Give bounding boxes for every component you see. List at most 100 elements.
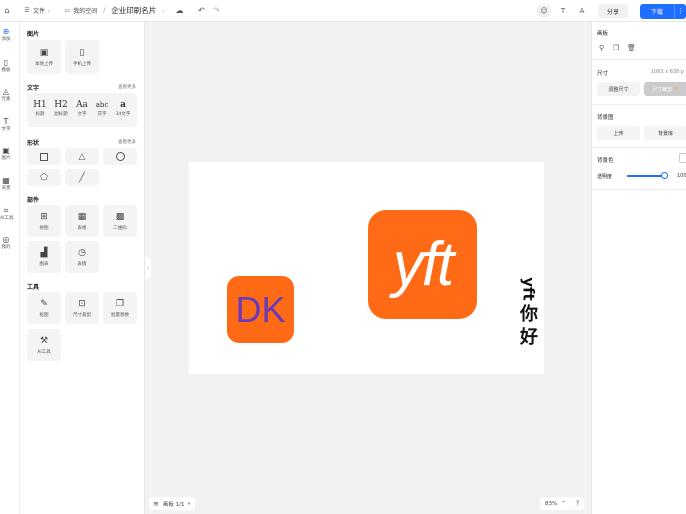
tool-cutout[interactable]: ✎ 抠图 [27, 292, 61, 324]
text-more-link[interactable]: 查看更多 [118, 84, 136, 90]
chevron-left-icon: ‹ [146, 264, 150, 272]
image-section-title: 图片 [27, 31, 40, 38]
page-selector[interactable]: ≋ 画板 1/1 » [149, 497, 195, 510]
breadcrumb[interactable]: ▭ 我的空间 [61, 5, 97, 17]
mobile-upload-button[interactable]: ▯ 手机上传 [65, 40, 99, 74]
tile-label: 二维码 [113, 225, 127, 231]
shape-section-title: 形状 [27, 140, 40, 147]
rail-item-ai-tool[interactable]: ⌗ AI工具 [0, 206, 14, 222]
cloud-save-icon[interactable]: ☁ [173, 5, 185, 17]
text-option-title[interactable]: H1 标题 [30, 99, 50, 117]
tool-crop-size[interactable]: ⊡ 尺寸裁剪 [65, 292, 99, 324]
rail-item-image[interactable]: ▣ 图片 [0, 146, 12, 162]
local-upload-button[interactable]: ▣ 本地上传 [27, 40, 61, 74]
rail-item-mine[interactable]: ◎ 我的 [0, 235, 12, 251]
tile-label: 批量替换 [111, 312, 129, 318]
collaborator-icon[interactable]: ☺ [536, 4, 551, 18]
bg-color-swatch[interactable] [679, 153, 686, 163]
magic-wand-icon: ⚒ [39, 335, 49, 346]
triangle-icon: △ [78, 151, 86, 162]
title-glyph: H1 [33, 100, 47, 110]
font-icon[interactable]: A [575, 4, 589, 18]
redo-icon[interactable]: ↷ [210, 5, 222, 17]
widget-table[interactable]: ▦ 表格 [65, 205, 99, 237]
opacity-slider-track[interactable] [627, 175, 665, 177]
style-icon[interactable]: ⚲ [599, 44, 604, 52]
widget-qrcode[interactable]: ▩ 二维码 [103, 205, 137, 237]
shape-more-link[interactable]: 查看更多 [118, 139, 136, 145]
shape-circle[interactable] [103, 148, 137, 165]
qrcode-icon: ▩ [115, 211, 125, 222]
bg-color-label: 背景色 [597, 158, 614, 164]
copy-icon[interactable]: ❐ [613, 44, 619, 52]
undo-icon[interactable]: ↶ [195, 5, 207, 17]
size-label: 尺寸 [597, 71, 609, 77]
breadcrumb-folder: 我的空间 [73, 8, 98, 15]
document-title[interactable]: 企业印刷名片 [111, 5, 156, 16]
text-option-fancy[interactable]: abc 花字 [92, 99, 112, 117]
tool-batch-replace[interactable]: ❐ 批量替换 [103, 292, 137, 324]
text-option-body[interactable]: Aa 文字 [72, 99, 92, 117]
rail-label: 图片 [1, 156, 11, 161]
clock-icon: ◷ [78, 247, 86, 258]
download-button[interactable]: 下载 [640, 3, 674, 19]
line-icon: ╱ [79, 172, 85, 183]
opacity-slider-handle[interactable] [661, 172, 668, 179]
translate-icon[interactable]: T [556, 4, 570, 18]
zoom-control[interactable]: 83% ⌃ [540, 497, 571, 510]
shape-line[interactable]: ╱ [65, 169, 99, 186]
logo-dk-element[interactable]: DK [227, 276, 294, 343]
rail-item-add[interactable]: ⊕ 添加 [0, 27, 12, 43]
pentagon-icon: ⬠ [40, 172, 48, 183]
panel-collapse-handle[interactable]: ‹ [145, 257, 151, 279]
divider [592, 189, 686, 190]
tile-label: 图表 [39, 261, 49, 267]
widget-chart[interactable]: ▟ 图表 [27, 241, 61, 273]
tile-label: 尺寸裁剪 [73, 312, 91, 318]
upload-bg-button[interactable]: 上传 [597, 126, 640, 140]
logo-yft-element[interactable]: yft [368, 210, 477, 319]
top-bar: ⌂ ☰ 文件 ⌄ ▭ 我的空间 / 企业印刷名片 ⌄ ☁ ↶ ↷ ☺ T A 分… [0, 0, 686, 22]
share-button[interactable]: 分享 [597, 4, 628, 18]
layers-icon: ≋ [153, 499, 159, 508]
tools-section-title: 工具 [27, 284, 40, 291]
home-icon[interactable]: ⌂ [1, 5, 13, 17]
option-label: 标题 [35, 112, 45, 117]
title-chevron-icon[interactable]: ⌄ [161, 8, 165, 14]
square-icon [40, 152, 48, 161]
chevron-right-icon: » [187, 500, 191, 507]
fancy-glyph: abc [95, 101, 109, 109]
more-options-icon[interactable]: ⋮ [674, 3, 686, 19]
shape-square[interactable] [27, 148, 61, 165]
left-rail: ⊕ 添加 ▯ 模板 ◬ 元素 T 文字 ▣ 图片 ▦ 背景 ⌗ AI工具 ◎ 我… [0, 22, 20, 514]
tile-label: 抠图 [39, 312, 49, 318]
circle-icon [115, 152, 125, 161]
widget-collage[interactable]: ⊞ 拼图 [27, 205, 61, 237]
option-label: 副标题 [54, 112, 68, 117]
text-option-3d[interactable]: a 3d文字 [113, 99, 133, 117]
plus-circle-icon: ⊕ [2, 27, 10, 36]
shape-pentagon[interactable]: ⬠ [27, 169, 61, 186]
rail-label: AI工具 [0, 216, 14, 221]
file-menu-label: 文件 [33, 8, 46, 15]
opacity-value[interactable]: 100 [677, 173, 686, 179]
widget-emoji[interactable]: ◷ 表情 [65, 241, 99, 273]
crop-size-button[interactable]: 尺寸裁剪 ♛ [644, 82, 686, 96]
crop-icon: ⊡ [78, 298, 86, 309]
shape-triangle[interactable]: △ [65, 148, 99, 165]
properties-panel: 画板 ⚲ ❐ 🗑 尺寸 1063 x 638 p 调整尺寸 尺寸裁剪 ♛ 背景图… [591, 22, 686, 514]
adjust-size-button[interactable]: 调整尺寸 [597, 82, 640, 96]
vertical-text-element[interactable]: yft 你 好 [514, 277, 544, 349]
rail-item-background[interactable]: ▦ 背景 [0, 176, 12, 192]
delete-icon[interactable]: 🗑 [627, 44, 636, 52]
rail-item-template[interactable]: ▯ 模板 [0, 58, 12, 74]
tool-ai[interactable]: ⚒ AI工具 [27, 329, 61, 361]
text-option-subtitle[interactable]: H2 副标题 [51, 99, 71, 117]
rail-label: 文字 [1, 127, 11, 132]
file-menu[interactable]: ☰ 文件 ⌄ [21, 5, 51, 17]
bg-library-button[interactable]: 背景库 [644, 126, 686, 140]
template-icon: ▯ [3, 58, 9, 67]
rail-item-elements[interactable]: ◬ 元素 [0, 87, 12, 103]
rail-item-text[interactable]: T 文字 [0, 117, 12, 133]
help-button[interactable]: ? [571, 497, 584, 510]
